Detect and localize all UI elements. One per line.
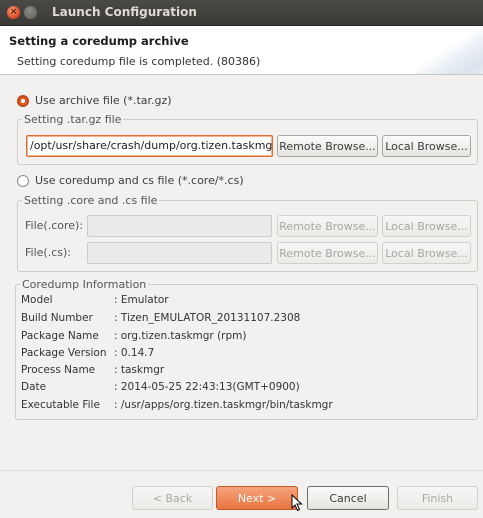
coredump-info-title: Coredump Information (20, 278, 149, 291)
core-file-label: File(.core): (25, 219, 84, 232)
coredump-radio-label: Use coredump and cs file (*.core/*.cs) (35, 174, 244, 187)
info-value: : org.tizen.taskmgr (rpm) (114, 330, 247, 342)
info-value: : /usr/apps/org.tizen.taskmgr/bin/taskmg… (114, 399, 333, 411)
coredump-radio[interactable] (17, 174, 29, 187)
back-button[interactable]: < Back (132, 486, 213, 510)
banner-decoration (369, 26, 483, 74)
info-value: : Tizen_EMULATOR_20131107.2308 (114, 312, 301, 324)
next-button[interactable]: Next > (216, 486, 298, 510)
header-banner: Setting a coredump archive Setting cored… (0, 26, 483, 75)
info-key: Build Number (21, 312, 93, 324)
close-icon[interactable]: × (7, 6, 20, 19)
status-message: Setting coredump file is completed. (803… (17, 55, 261, 68)
info-row-date: Date : 2014-05-25 22:43:13(GMT+0900) (21, 381, 300, 393)
info-value: : 2014-05-25 22:43:13(GMT+0900) (114, 381, 300, 393)
finish-button[interactable]: Finish (397, 486, 478, 510)
tar-gz-path-input[interactable]: /opt/usr/share/crash/dump/org.tizen.task… (26, 135, 273, 157)
core-cs-group-title: Setting .core and .cs file (22, 194, 160, 207)
info-key: Model (21, 294, 53, 306)
core-file-input[interactable] (87, 215, 272, 237)
info-row-package-version: Package Version : 0.14.7 (21, 347, 154, 359)
info-key: Package Version (21, 347, 107, 359)
tar-gz-group-title: Setting .tar.gz file (22, 113, 124, 126)
window-title: Launch Configuration (52, 5, 197, 19)
page-title: Setting a coredump archive (9, 34, 189, 48)
info-row-package-name: Package Name : org.tizen.taskmgr (rpm) (21, 330, 247, 342)
tar-gz-remote-browse-button[interactable]: Remote Browse... (277, 135, 378, 157)
info-key: Date (21, 381, 47, 393)
tar-gz-local-browse-button[interactable]: Local Browse... (382, 135, 471, 157)
cs-file-input[interactable] (87, 242, 272, 264)
archive-radio[interactable] (17, 94, 29, 107)
cancel-button[interactable]: Cancel (307, 486, 389, 510)
core-local-browse-button[interactable]: Local Browse... (382, 215, 471, 237)
archive-radio-option[interactable]: Use archive file (*.tar.gz) (17, 94, 172, 107)
info-value: : taskmgr (114, 364, 165, 376)
mouse-cursor-icon (291, 494, 303, 512)
cs-local-browse-button[interactable]: Local Browse... (382, 242, 471, 264)
minimize-icon[interactable] (24, 6, 37, 19)
core-remote-browse-button[interactable]: Remote Browse... (277, 215, 378, 237)
footer-divider (0, 470, 483, 471)
archive-radio-label: Use archive file (*.tar.gz) (35, 94, 172, 107)
info-row-executable-file: Executable File : /usr/apps/org.tizen.ta… (21, 399, 333, 411)
info-key: Executable File (21, 399, 100, 411)
info-row-process-name: Process Name : taskmgr (21, 364, 164, 376)
info-key: Process Name (21, 364, 96, 376)
info-row-model: Model : Emulator (21, 294, 169, 306)
cs-file-label: File(.cs): (25, 246, 71, 259)
coredump-radio-option[interactable]: Use coredump and cs file (*.core/*.cs) (17, 174, 244, 187)
title-bar: × Launch Configuration (0, 0, 483, 26)
info-value: : 0.14.7 (114, 347, 155, 359)
info-value: : Emulator (114, 294, 169, 306)
info-row-build-number: Build Number : Tizen_EMULATOR_20131107.2… (21, 312, 300, 324)
info-key: Package Name (21, 330, 99, 342)
cs-remote-browse-button[interactable]: Remote Browse... (277, 242, 378, 264)
